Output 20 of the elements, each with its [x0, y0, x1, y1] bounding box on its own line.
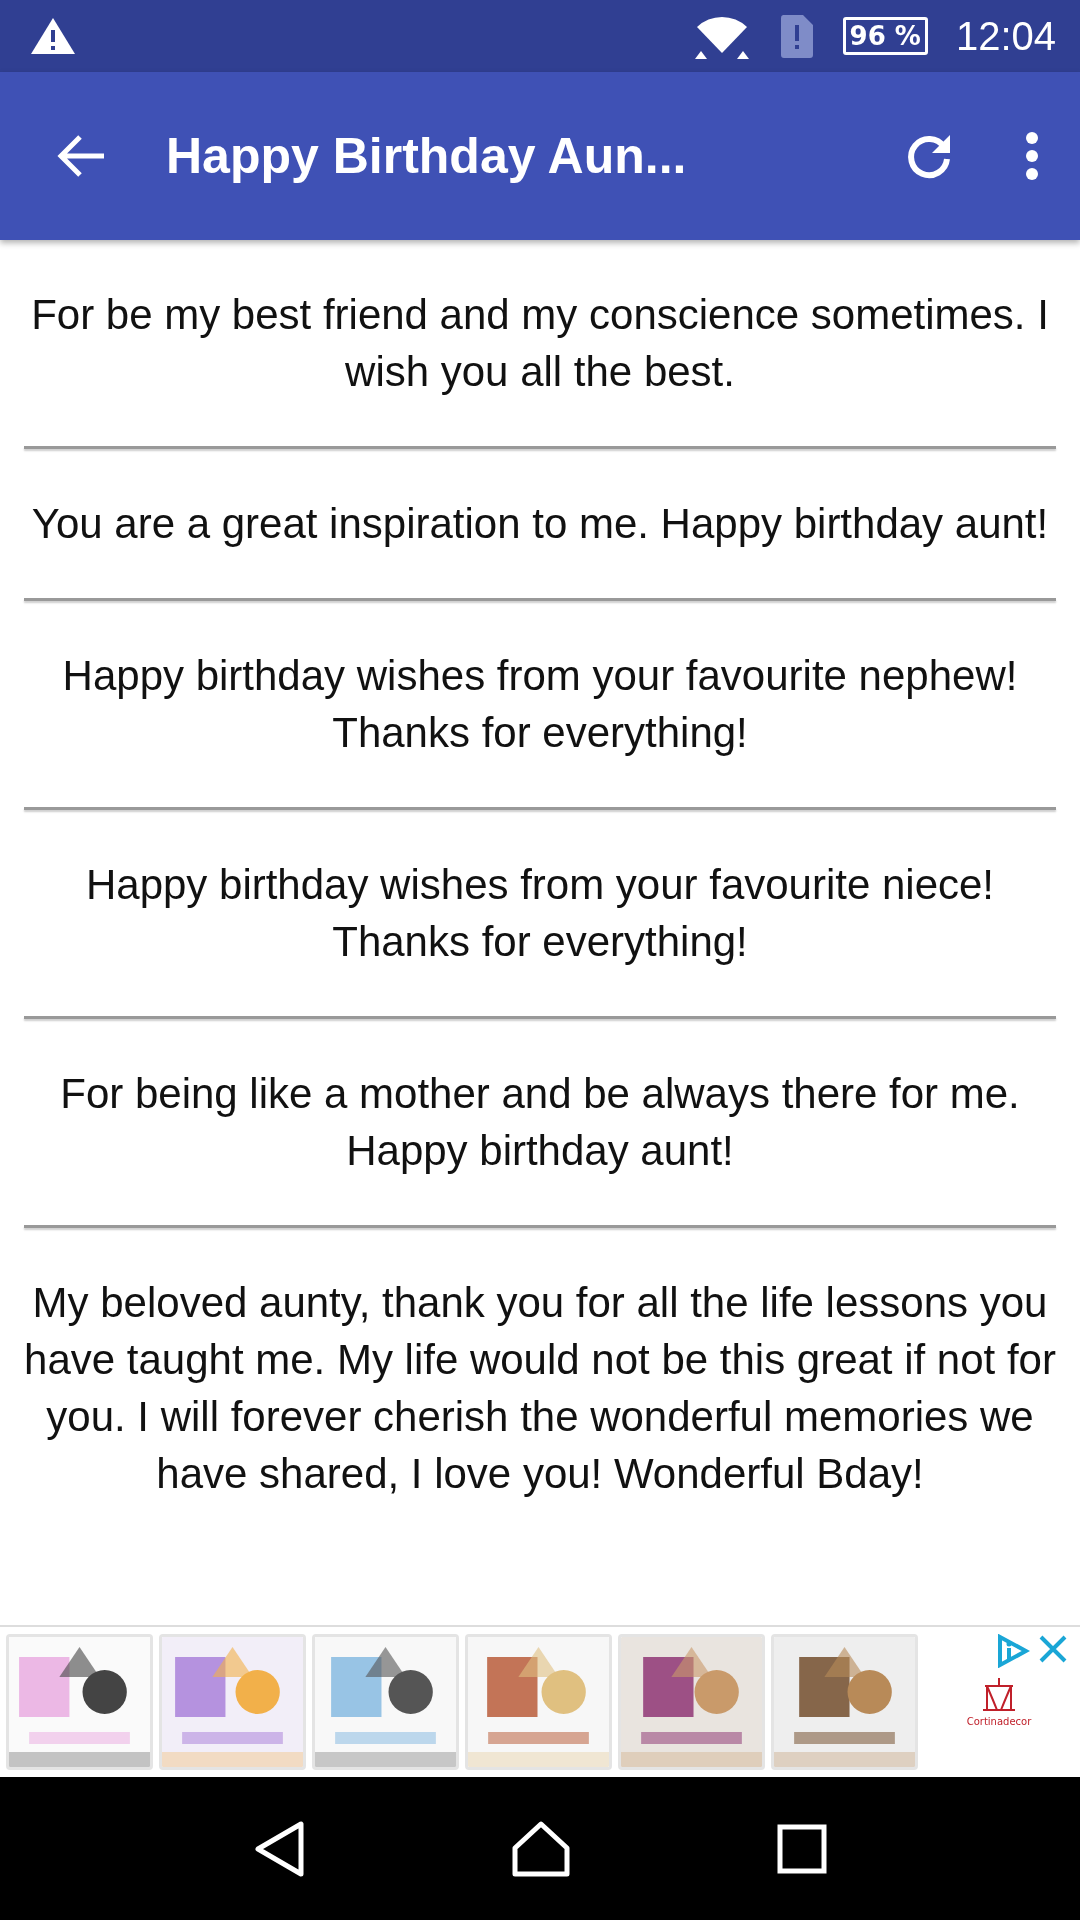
screen-title: Happy Birthday Aun... [166, 127, 688, 185]
ad-choices-icon[interactable] [996, 1634, 1030, 1668]
back-nav-button[interactable] [253, 1819, 305, 1878]
warning-icon [30, 16, 76, 56]
wish-message[interactable]: For being like a mother and be always there for me. Happy birthday aunt! [24, 1065, 1056, 1179]
more-options-button[interactable] [1024, 131, 1040, 181]
recents-nav-button[interactable] [777, 1823, 827, 1874]
curtain-logo-icon [981, 1676, 1017, 1714]
clock-time: 12:04 [955, 13, 1056, 59]
sim-alert-icon [778, 13, 815, 59]
wish-message[interactable]: My beloved aunty, thank you for all the life lessons you have taught me. My life would not be this great if not for you. I will forever cherish the wonderful memories we have shared, I love you! Wonderful Bday! [24, 1274, 1056, 1502]
advertiser-name: Cortinadecor [966, 1716, 1032, 1727]
back-button[interactable] [56, 133, 106, 179]
wish-message[interactable]: You are a great inspiration to me. Happy birthday aunt! [24, 495, 1056, 552]
close-icon[interactable] [1038, 1634, 1068, 1664]
wish-message[interactable]: Happy birthday wishes from your favourite niece! Thanks for everything! [24, 856, 1056, 970]
home-nav-button[interactable] [511, 1819, 571, 1878]
battery-level: 96 % [842, 17, 928, 55]
wish-message[interactable]: Happy birthday wishes from your favourite nephew! Thanks for everything! [24, 647, 1056, 761]
wish-message[interactable]: For be my best friend and my conscience sometimes. I wish you all the best. [24, 286, 1056, 400]
